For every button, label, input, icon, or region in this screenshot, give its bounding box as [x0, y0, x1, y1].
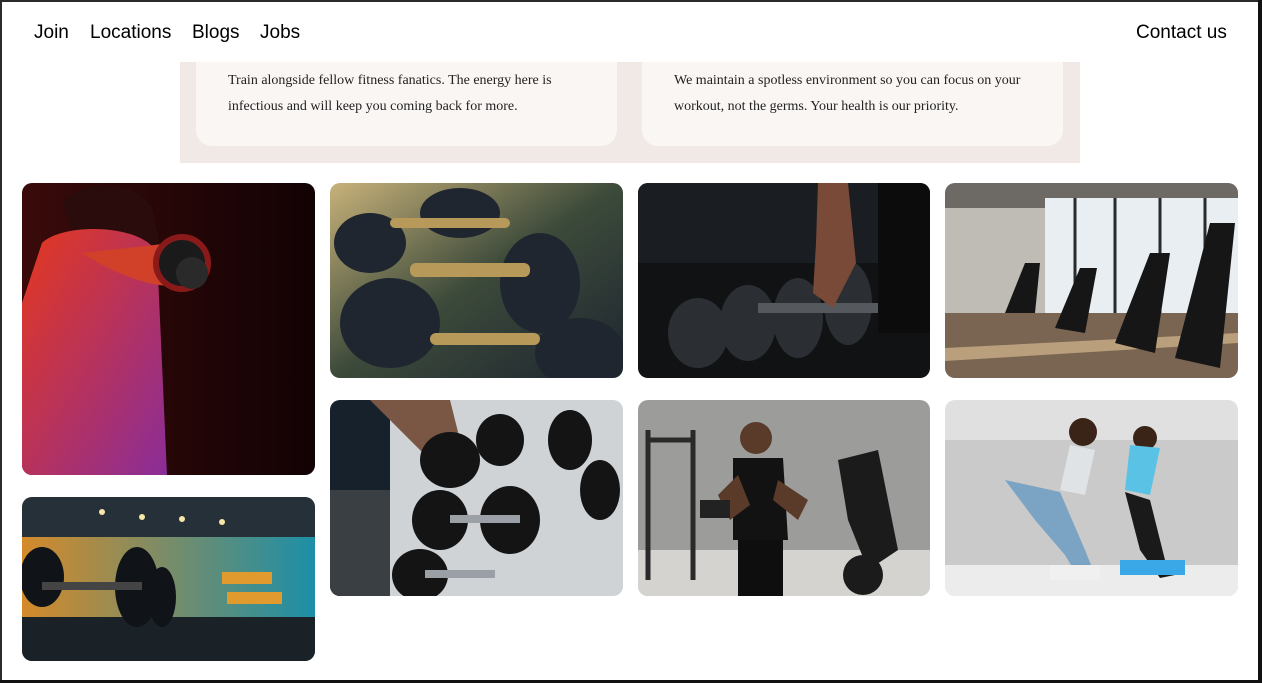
dumbbell-rack-closeup-photo[interactable] [330, 183, 623, 378]
top-nav: Join Locations Blogs Jobs Contact us [2, 2, 1258, 62]
feature-card-community: Train alongside fellow fitness fanatics.… [196, 62, 617, 146]
window-edge [1258, 0, 1262, 683]
woman-lifting-dumbbell-photo[interactable] [22, 183, 315, 475]
hand-grabbing-dumbbell-photo[interactable] [638, 183, 930, 378]
man-lifting-dumbbells-rack-photo[interactable] [330, 400, 623, 596]
nav-link-blogs[interactable]: Blogs [192, 22, 240, 44]
gym-dumbbell-row-blue-photo[interactable] [22, 497, 315, 661]
nav-link-locations[interactable]: Locations [90, 22, 171, 44]
feature-card-cleanliness: We maintain a spotless environment so yo… [642, 62, 1063, 146]
feature-text: Train alongside fellow fitness fanatics.… [228, 73, 552, 114]
man-curling-dumbbell-photo[interactable] [638, 400, 930, 596]
features-section: Train alongside fellow fitness fanatics.… [180, 62, 1080, 163]
nav-link-join[interactable]: Join [34, 22, 69, 44]
feature-text: We maintain a spotless environment so yo… [674, 73, 1021, 114]
couple-stretching-photo[interactable] [945, 400, 1238, 596]
nav-link-contact[interactable]: Contact us [1136, 22, 1227, 44]
page: Join Locations Blogs Jobs Contact us Tra… [2, 2, 1258, 680]
spin-bikes-room-photo[interactable] [945, 183, 1238, 378]
nav-link-jobs[interactable]: Jobs [260, 22, 300, 44]
